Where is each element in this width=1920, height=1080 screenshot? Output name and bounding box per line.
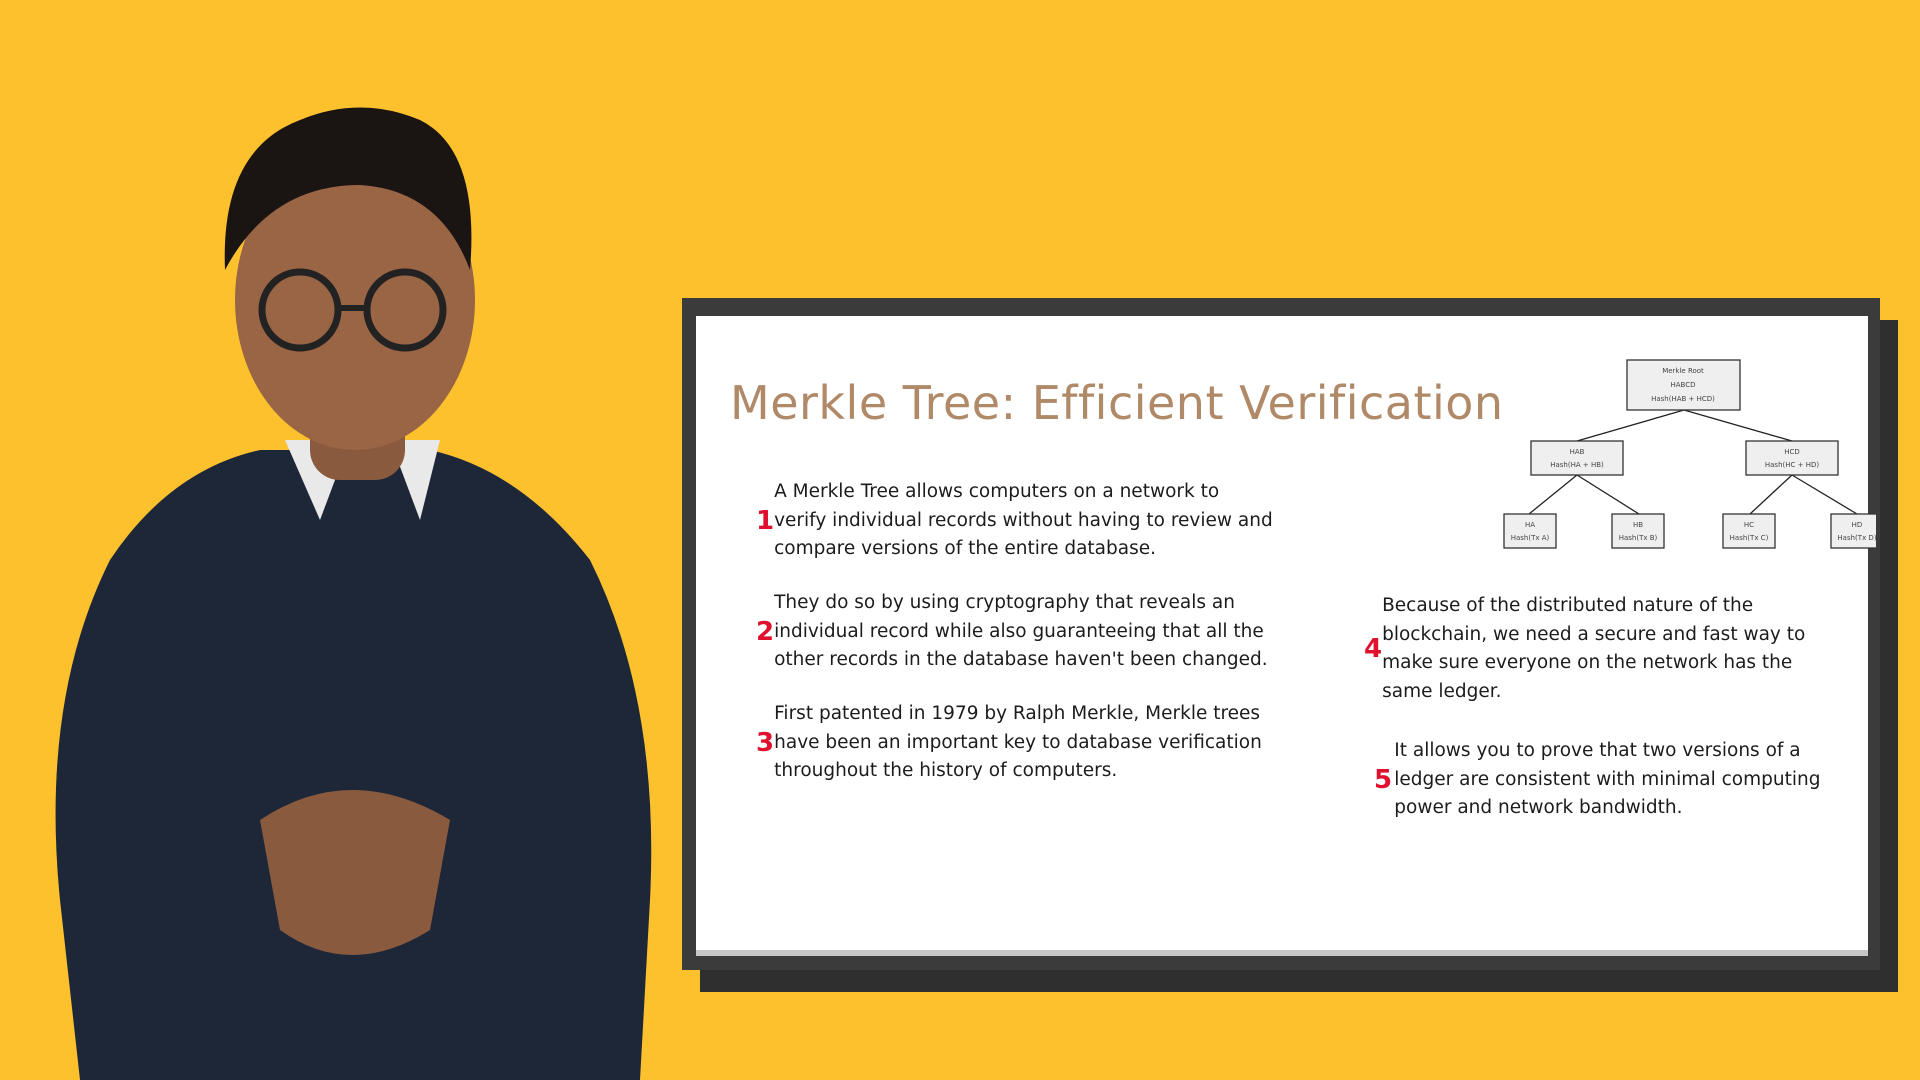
tree-mid-node [1530, 440, 1624, 476]
merkle-tree-diagram: Merkle Root HABCD Hash(HAB + HCD) HAB Ha… [1503, 359, 1876, 549]
point-number: 2 [756, 616, 775, 647]
tree-leaf-line1: HA [1525, 521, 1535, 529]
tree-leaf-line1: HC [1744, 521, 1754, 529]
point-text: They do so by using cryptography that re… [774, 592, 1268, 670]
tree-leaf-line1: HB [1633, 521, 1643, 529]
presenter-figure [55, 107, 652, 1080]
tree-root-line3: Hash(HAB + HCD) [1651, 395, 1715, 403]
slide-point-1: 1 A Merkle Tree allows computers on a ne… [756, 478, 1276, 564]
tree-leaf-node [1722, 513, 1776, 549]
tree-leaf-line2: Hash(Tx A) [1511, 534, 1550, 542]
tree-mid-line1: HCD [1784, 448, 1800, 456]
point-number: 5 [1374, 764, 1393, 795]
point-text: Because of the distributed nature of the… [1382, 595, 1806, 702]
slide-title: Merkle Tree: Efficient Verification [730, 376, 1504, 430]
slide-point-5: 5 It allows you to prove that two versio… [1374, 737, 1836, 823]
tree-leaf-node [1503, 513, 1557, 549]
tree-root-line2: HABCD [1670, 381, 1695, 389]
tree-leaf-line2: Hash(Tx C) [1730, 534, 1769, 542]
slide: Merkle Tree: Efficient Verification Merk… [696, 316, 1876, 956]
tree-leaf-line2: Hash(Tx D) [1837, 534, 1876, 542]
point-text: First patented in 1979 by Ralph Merkle, … [774, 703, 1262, 781]
tree-mid-line2: Hash(HC + HD) [1765, 461, 1819, 469]
tree-root-line1: Merkle Root [1662, 367, 1704, 375]
tree-leaf-node [1830, 513, 1876, 549]
tree-leaf-node [1611, 513, 1665, 549]
point-number: 1 [756, 505, 775, 536]
slide-point-2: 2 They do so by using cryptography that … [756, 589, 1276, 675]
point-number: 3 [756, 727, 775, 758]
slide-point-3: 3 First patented in 1979 by Ralph Merkle… [756, 700, 1276, 786]
tree-mid-line2: Hash(HA + HB) [1550, 461, 1604, 469]
point-text: It allows you to prove that two versions… [1394, 740, 1821, 818]
tree-mid-line1: HAB [1570, 448, 1585, 456]
point-number: 4 [1364, 634, 1383, 664]
slide-frame: Merkle Tree: Efficient Verification Merk… [682, 298, 1880, 970]
tree-mid-node [1745, 440, 1839, 476]
tree-leaf-line2: Hash(Tx B) [1619, 534, 1658, 542]
slide-point-4: 4 Because of the distributed nature of t… [1364, 592, 1824, 706]
tree-leaf-line1: HD [1852, 521, 1863, 529]
point-text: A Merkle Tree allows computers on a netw… [774, 481, 1273, 559]
